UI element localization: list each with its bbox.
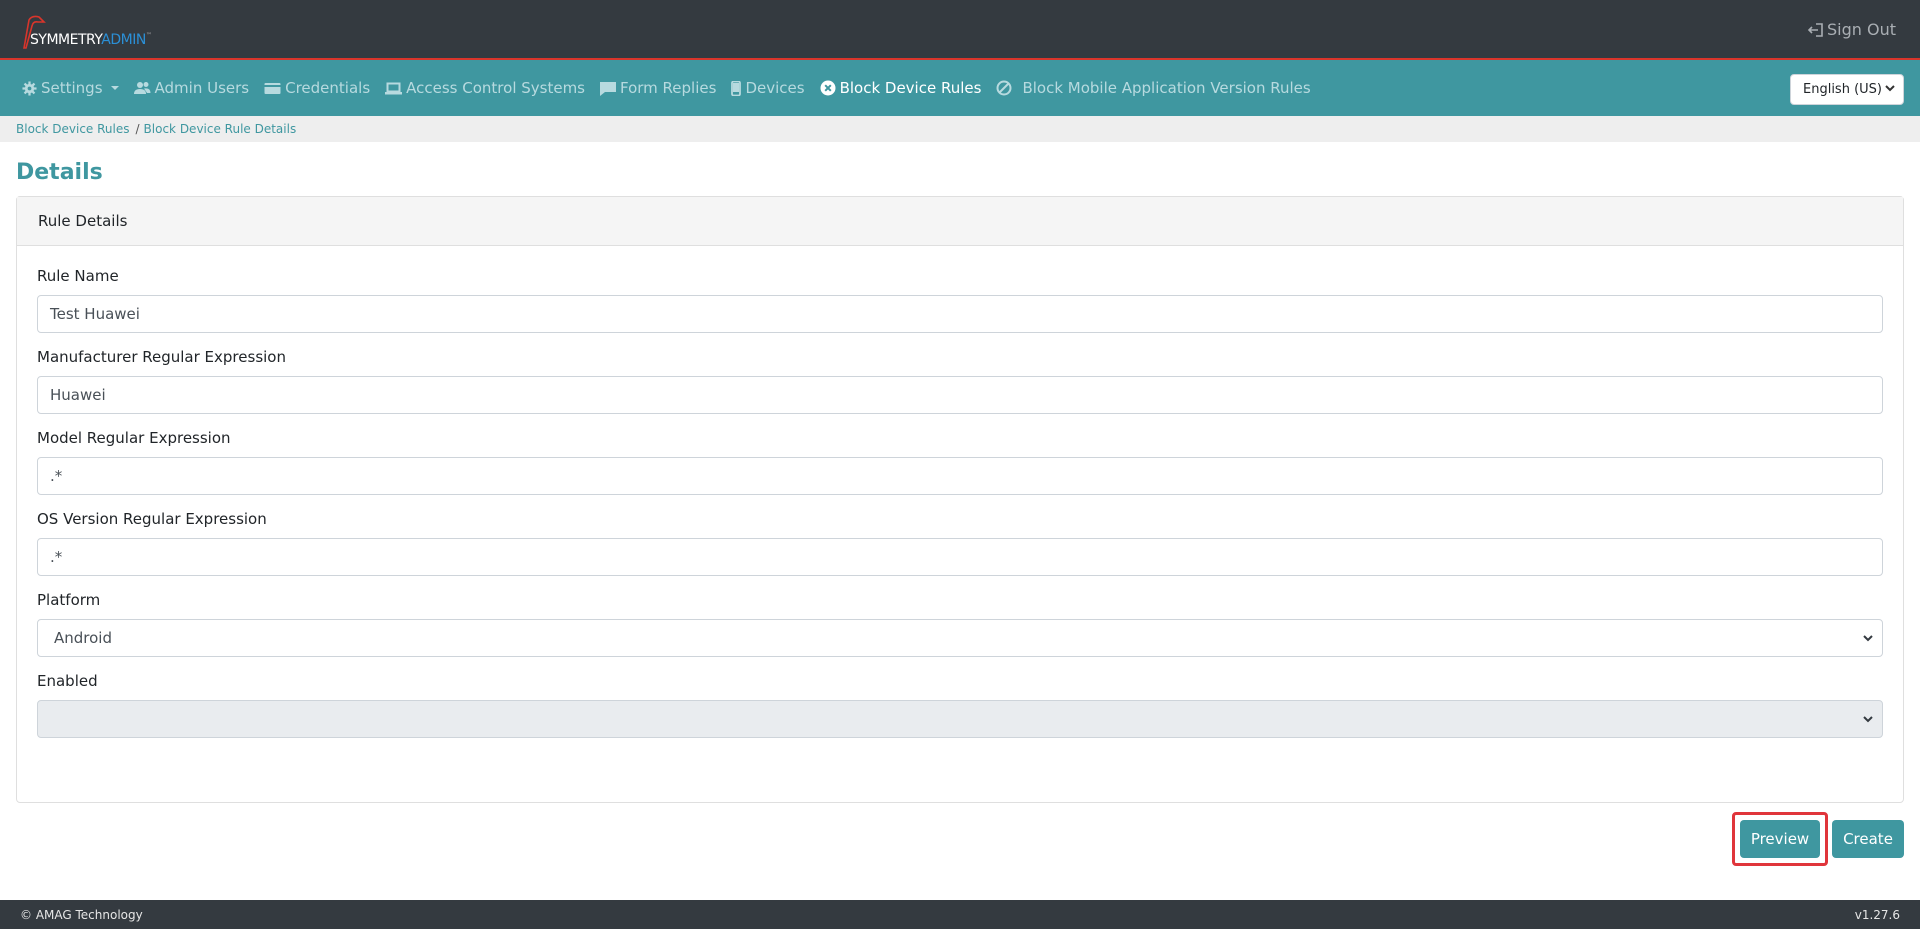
model-regex-group: Model Regular Expression .* — [37, 429, 1883, 495]
footer-copyright: © AMAG Technology — [20, 907, 143, 922]
users-icon — [133, 82, 151, 94]
caret-down-icon — [110, 86, 119, 90]
enabled-label: Enabled — [37, 672, 98, 690]
manufacturer-regex-group: Manufacturer Regular Expression Huawei — [37, 348, 1883, 414]
laptop-icon — [385, 82, 403, 94]
logo-trademark: ™ — [145, 32, 152, 39]
times-circle-icon — [820, 80, 836, 96]
footer: © AMAG Technology v1.27.6 — [0, 900, 1920, 929]
manufacturer-regex-input[interactable]: Huawei — [37, 376, 1883, 414]
platform-label: Platform — [37, 591, 101, 609]
symmetry-admin-logo: SYMMETRYADMIN™ — [20, 14, 190, 50]
rule-name-group: Rule Name Test Huawei — [37, 267, 1883, 333]
manufacturer-regex-label: Manufacturer Regular Expression — [37, 348, 286, 366]
credit-card-icon — [264, 82, 281, 94]
sign-out-label: Sign Out — [1827, 20, 1896, 39]
rule-name-input[interactable]: Test Huawei — [37, 295, 1883, 333]
enabled-select[interactable] — [37, 700, 1883, 738]
language-selected-value: English (US) — [1803, 82, 1882, 97]
breadcrumb-separator: / — [135, 122, 140, 136]
os-version-regex-label: OS Version Regular Expression — [37, 510, 267, 528]
platform-select[interactable]: Android — [37, 619, 1883, 657]
rule-details-card: Rule Details Rule Name Test Huawei Manuf… — [16, 196, 1904, 803]
nav-block-device-rules-label: Block Device Rules — [839, 79, 982, 97]
os-version-regex-group: OS Version Regular Expression .* — [37, 510, 1883, 576]
create-button[interactable]: Create — [1832, 820, 1904, 858]
breadcrumb: Block Device Rules / Block Device Rule D… — [0, 116, 1920, 142]
page-title: Details — [16, 160, 103, 185]
top-header: SYMMETRYADMIN™ Sign Out — [0, 0, 1920, 60]
logo-brand-primary: SYMMETRY — [30, 32, 102, 48]
nav-access-control-systems[interactable]: Access Control Systems — [385, 79, 585, 97]
rule-details-form: Rule Name Test Huawei Manufacturer Regul… — [17, 246, 1903, 738]
chevron-down-icon — [1863, 635, 1873, 642]
nav-devices[interactable]: Devices — [731, 79, 805, 97]
model-regex-input[interactable]: .* — [37, 457, 1883, 495]
nav-form-replies-label: Form Replies — [620, 79, 717, 97]
sign-out-link[interactable]: Sign Out — [1807, 20, 1896, 39]
nav-settings-label: Settings — [41, 79, 103, 97]
nav-access-control-systems-label: Access Control Systems — [406, 79, 585, 97]
breadcrumb-block-device-rules[interactable]: Block Device Rules — [16, 122, 130, 136]
nav-block-mobile-app-version-rules[interactable]: Block Mobile Application Version Rules — [996, 79, 1311, 97]
comment-icon — [600, 81, 616, 96]
nav-credentials[interactable]: Credentials — [264, 79, 370, 97]
os-version-regex-input[interactable]: .* — [37, 538, 1883, 576]
model-regex-label: Model Regular Expression — [37, 429, 231, 447]
nav-credentials-label: Credentials — [285, 79, 371, 97]
manufacturer-regex-value: Huawei — [50, 386, 106, 404]
nav-block-mobile-app-version-rules-label: Block Mobile Application Version Rules — [1022, 79, 1311, 97]
nav-block-device-rules[interactable]: Block Device Rules — [820, 79, 982, 97]
main-navbar: Settings Admin Users Credentials Access … — [0, 60, 1920, 116]
chevron-down-icon — [1863, 716, 1873, 723]
preview-highlight-box: Preview — [1732, 812, 1828, 866]
logo-text: SYMMETRYADMIN™ — [30, 32, 152, 48]
rule-name-value: Test Huawei — [50, 305, 140, 323]
enabled-group: Enabled — [37, 672, 1883, 738]
card-header-title: Rule Details — [17, 197, 1903, 246]
nav-form-replies[interactable]: Form Replies — [600, 79, 716, 97]
mobile-icon — [731, 80, 742, 96]
preview-button[interactable]: Preview — [1740, 820, 1820, 858]
platform-group: Platform Android — [37, 591, 1883, 657]
chevron-down-icon — [1885, 85, 1895, 92]
nav-settings[interactable]: Settings — [22, 79, 119, 97]
breadcrumb-block-device-rule-details[interactable]: Block Device Rule Details — [144, 122, 297, 136]
nav-admin-users[interactable]: Admin Users — [133, 79, 250, 97]
nav-devices-label: Devices — [745, 79, 805, 97]
model-regex-value: .* — [50, 467, 63, 485]
ban-icon — [996, 80, 1012, 96]
nav-admin-users-label: Admin Users — [154, 79, 250, 97]
os-version-regex-value: .* — [50, 548, 63, 566]
rule-name-label: Rule Name — [37, 267, 119, 285]
footer-version: v1.27.6 — [1854, 907, 1900, 922]
language-select[interactable]: English (US) — [1790, 74, 1904, 105]
sign-out-icon — [1807, 22, 1823, 37]
form-actions: Preview Create — [1732, 812, 1904, 866]
gear-icon — [22, 80, 37, 96]
platform-selected-value: Android — [54, 629, 112, 647]
logo-brand-secondary: ADMIN — [101, 32, 146, 48]
